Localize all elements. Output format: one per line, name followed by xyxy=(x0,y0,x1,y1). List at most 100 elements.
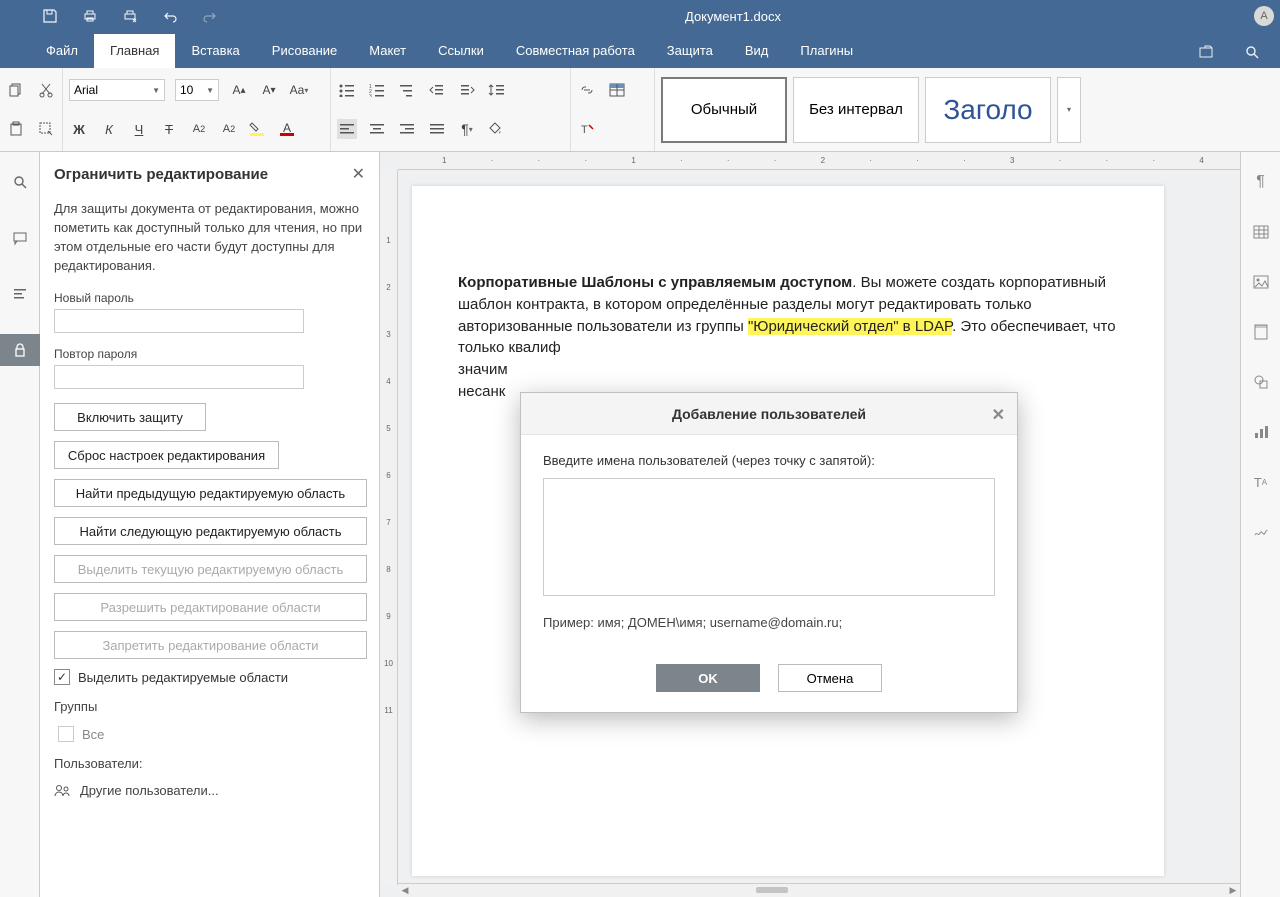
align-left-icon[interactable] xyxy=(337,119,357,139)
image-settings-icon[interactable] xyxy=(1249,270,1273,294)
comments-icon[interactable] xyxy=(0,222,40,254)
align-justify-icon[interactable] xyxy=(427,119,447,139)
bullets-icon[interactable] xyxy=(337,80,357,100)
left-rail xyxy=(0,152,40,897)
chart-settings-icon[interactable] xyxy=(1249,420,1273,444)
redo-icon[interactable] xyxy=(202,8,218,24)
font-color-icon[interactable]: A xyxy=(279,119,299,139)
scroll-thumb[interactable] xyxy=(756,887,788,893)
clear-format-icon[interactable]: T xyxy=(577,119,597,139)
user-menu[interactable]: A xyxy=(1248,6,1280,26)
align-center-icon[interactable] xyxy=(367,119,387,139)
find-prev-button[interactable]: Найти предыдущую редактируемую область xyxy=(54,479,367,507)
close-panel-icon[interactable]: ✕ xyxy=(352,164,365,184)
h-scrollbar[interactable]: ◀ ▶ xyxy=(398,883,1240,897)
tab-layout[interactable]: Макет xyxy=(353,34,422,68)
nonprinting-icon[interactable]: ¶▾ xyxy=(457,119,477,139)
find-next-button[interactable]: Найти следующую редактируемую область xyxy=(54,517,367,545)
style-heading1[interactable]: Заголо xyxy=(925,77,1051,143)
dialog-hint: Пример: имя; ДОМЕН\имя; username@domain.… xyxy=(543,615,995,630)
inc-indent-icon[interactable] xyxy=(457,80,477,100)
newpass-input[interactable] xyxy=(54,309,304,333)
numbering-icon[interactable]: 123 xyxy=(367,80,387,100)
cut-icon[interactable] xyxy=(36,80,56,100)
all-checkbox[interactable] xyxy=(58,726,74,742)
tab-home[interactable]: Главная xyxy=(94,34,175,68)
tab-file[interactable]: Файл xyxy=(30,34,94,68)
ribbon: Arial▼ 10▼ A▴ A▾ Aa▾ Ж К Ч Т A2 A2 A 123 xyxy=(0,68,1280,152)
header-settings-icon[interactable] xyxy=(1249,320,1273,344)
styles-panel: Обычный Без интервал Заголо ▾ xyxy=(655,68,1280,151)
tab-protect[interactable]: Защита xyxy=(651,34,729,68)
document-text[interactable]: Корпоративные Шаблоны с управляемым дост… xyxy=(458,272,1124,403)
multilevel-icon[interactable] xyxy=(397,80,417,100)
superscript-icon[interactable]: A2 xyxy=(189,119,209,139)
all-label: Все xyxy=(82,727,104,742)
quickprint-icon[interactable] xyxy=(122,8,138,24)
users-textarea[interactable] xyxy=(543,478,995,596)
document-title: Документ1.docx xyxy=(218,9,1248,24)
style-normal[interactable]: Обычный xyxy=(661,77,787,143)
cancel-button[interactable]: Отмена xyxy=(778,664,882,692)
enable-protection-button[interactable]: Включить защиту xyxy=(54,403,206,431)
vertical-ruler[interactable]: 1234567891011 xyxy=(380,170,398,885)
protect-icon[interactable] xyxy=(0,334,40,366)
line-spacing-icon[interactable] xyxy=(487,80,507,100)
style-nospacing[interactable]: Без интервал xyxy=(793,77,919,143)
paragraph-group: 123 ¶▾ xyxy=(331,68,571,151)
italic-icon[interactable]: К xyxy=(99,119,119,139)
tab-plugins[interactable]: Плагины xyxy=(784,34,869,68)
label-newpass: Новый пароль xyxy=(54,291,365,305)
subscript-icon[interactable]: A2 xyxy=(219,119,239,139)
highlight-checkbox[interactable] xyxy=(54,669,70,685)
search-icon[interactable] xyxy=(1244,44,1260,60)
headings-icon[interactable] xyxy=(0,278,40,310)
copy-icon[interactable] xyxy=(6,80,26,100)
horizontal-ruler[interactable]: 1 · · · 1 · · · 2 · · · 3 · · · 4 · · · … xyxy=(398,152,1240,170)
strikethrough-icon[interactable]: Т xyxy=(159,119,179,139)
other-users-link[interactable]: Другие пользователи... xyxy=(54,783,365,798)
add-users-dialog: Добавление пользователей ✕ Введите имена… xyxy=(520,392,1018,713)
insert-link-icon[interactable] xyxy=(577,80,597,100)
decrease-font-icon[interactable]: A▾ xyxy=(259,80,279,100)
align-right-icon[interactable] xyxy=(397,119,417,139)
shape-settings-icon[interactable] xyxy=(1249,370,1273,394)
change-case-icon[interactable]: Aa▾ xyxy=(289,80,309,100)
styles-dropdown[interactable]: ▾ xyxy=(1057,77,1081,143)
find-icon[interactable] xyxy=(0,166,40,198)
paste-icon[interactable] xyxy=(6,119,26,139)
paragraph-settings-icon[interactable]: ¶ xyxy=(1249,170,1273,194)
tab-references[interactable]: Ссылки xyxy=(422,34,500,68)
reset-button[interactable]: Сброс настроек редактирования xyxy=(54,441,279,469)
highlight-icon[interactable] xyxy=(249,119,269,139)
tab-draw[interactable]: Рисование xyxy=(256,34,353,68)
scroll-right-icon[interactable]: ▶ xyxy=(1226,885,1240,896)
bold-icon[interactable]: Ж xyxy=(69,119,89,139)
textart-settings-icon[interactable]: TA xyxy=(1249,470,1273,494)
shading-icon[interactable] xyxy=(487,119,507,139)
print-icon[interactable] xyxy=(82,8,98,24)
scroll-left-icon[interactable]: ◀ xyxy=(398,885,412,896)
tab-collab[interactable]: Совместная работа xyxy=(500,34,651,68)
save-icon[interactable] xyxy=(42,8,58,24)
increase-font-icon[interactable]: A▴ xyxy=(229,80,249,100)
font-name-select[interactable]: Arial▼ xyxy=(69,79,165,101)
repeat-input[interactable] xyxy=(54,365,304,389)
open-location-icon[interactable] xyxy=(1198,44,1214,60)
users-label: Пользователи: xyxy=(54,756,365,771)
font-group: Arial▼ 10▼ A▴ A▾ Aa▾ Ж К Ч Т A2 A2 A xyxy=(63,68,331,151)
dec-indent-icon[interactable] xyxy=(427,80,447,100)
select-icon[interactable] xyxy=(36,119,56,139)
tab-view[interactable]: Вид xyxy=(729,34,785,68)
avatar: A xyxy=(1254,6,1274,26)
table-settings-icon[interactable] xyxy=(1249,220,1273,244)
underline-icon[interactable]: Ч xyxy=(129,119,149,139)
ok-button[interactable]: OK xyxy=(656,664,760,692)
insert-table-icon[interactable] xyxy=(607,80,627,100)
undo-icon[interactable] xyxy=(162,8,178,24)
menubar: Файл Главная Вставка Рисование Макет Ссы… xyxy=(0,32,1280,68)
tab-insert[interactable]: Вставка xyxy=(175,34,255,68)
font-size-select[interactable]: 10▼ xyxy=(175,79,219,101)
dialog-close-icon[interactable]: ✕ xyxy=(992,405,1005,425)
signature-settings-icon[interactable] xyxy=(1249,520,1273,544)
